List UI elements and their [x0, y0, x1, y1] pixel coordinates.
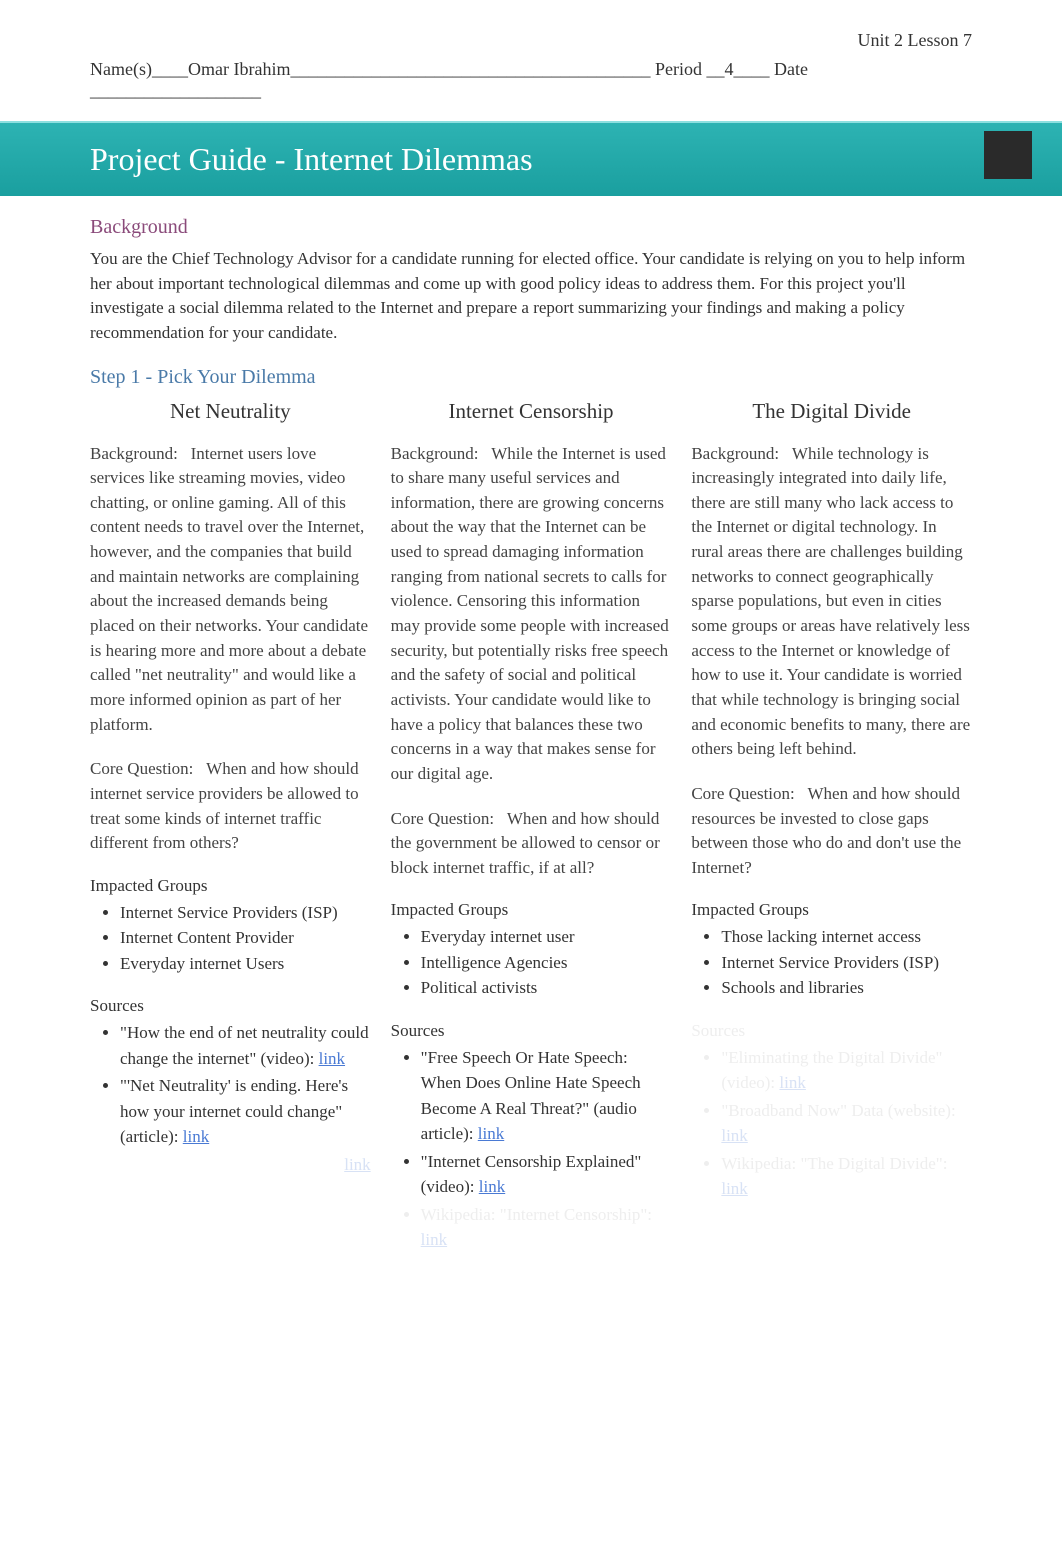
col-background: Background: Internet users love services… [90, 442, 371, 738]
source-link-faded[interactable]: link [721, 1179, 747, 1198]
list-item-faded: Wikipedia: "Internet Censorship": link [421, 1202, 672, 1253]
col-background: Background: While technology is increasi… [691, 442, 972, 762]
title-bar: Project Guide - Internet Dilemmas [0, 121, 1062, 196]
list-item: Political activists [421, 975, 672, 1001]
step1-heading: Step 1 - Pick Your Dilemma [90, 366, 972, 389]
col-title: Net Neutrality [90, 399, 371, 424]
column-internet-censorship: Internet Censorship Background: While th… [391, 399, 672, 1255]
list-item: Everyday internet Users [120, 951, 371, 977]
impacted-heading: Impacted Groups [691, 900, 972, 920]
background-heading: Background [90, 216, 972, 239]
source-link-faded[interactable]: link [721, 1126, 747, 1145]
page-title: Project Guide - Internet Dilemmas [0, 141, 1062, 178]
list-item: Internet Service Providers (ISP) [721, 950, 972, 976]
column-net-neutrality: Net Neutrality Background: Internet user… [90, 399, 371, 1255]
sources-list: "Eliminating the Digital Divide" (video)… [691, 1045, 972, 1202]
bg-text: Internet users love services like stream… [90, 444, 368, 734]
list-item: Those lacking internet access [721, 924, 972, 950]
source-link-faded[interactable]: link [421, 1230, 447, 1249]
bg-text: While the Internet is used to share many… [391, 444, 669, 783]
col-core-question: Core Question: When and how should inter… [90, 757, 371, 856]
impacted-list: Internet Service Providers (ISP) Interne… [90, 900, 371, 977]
sources-list: "How the end of net neutrality could cha… [90, 1020, 371, 1177]
col-core-question: Core Question: When and how should resou… [691, 782, 972, 881]
list-item: Internet Service Providers (ISP) [120, 900, 371, 926]
source-text: "Internet Censorship Explained" (video): [421, 1152, 642, 1197]
source-link[interactable]: link [479, 1177, 505, 1196]
cq-label: Core Question: [391, 809, 494, 828]
list-item: "Free Speech Or Hate Speech: When Does O… [421, 1045, 672, 1147]
bg-text: While technology is increasingly integra… [691, 444, 970, 759]
source-text-faded: "Eliminating the Digital Divide" (video)… [721, 1048, 942, 1093]
list-item-faded: "Eliminating the Digital Divide" (video)… [721, 1045, 972, 1096]
list-item-faded: "Broadband Now" Data (website): link [721, 1098, 972, 1149]
column-digital-divide: The Digital Divide Background: While tec… [691, 399, 972, 1255]
source-text: "Free Speech Or Hate Speech: When Does O… [421, 1048, 641, 1144]
name-suffix: ________________________________________… [290, 59, 724, 79]
list-item-faded: Wikipedia: "The Digital Divide": link [721, 1151, 972, 1202]
source-text-faded: Wikipedia: "The Digital Divide": [721, 1154, 947, 1173]
bg-label: Background: [391, 444, 479, 463]
list-item-faded: link [120, 1152, 371, 1178]
list-item: Intelligence Agencies [421, 950, 672, 976]
list-item: "'Net Neutrality' is ending. Here's how … [120, 1073, 371, 1150]
col-title: Internet Censorship [391, 399, 672, 424]
sources-heading: Sources [391, 1021, 672, 1041]
dilemma-columns: Net Neutrality Background: Internet user… [90, 399, 972, 1255]
list-item: "Internet Censorship Explained" (video):… [421, 1149, 672, 1200]
cq-label: Core Question: [691, 784, 794, 803]
background-text: You are the Chief Technology Advisor for… [90, 247, 972, 346]
logo-placeholder [984, 131, 1032, 179]
name-value: Omar Ibrahim [188, 59, 290, 79]
name-prefix: Name(s)____ [90, 59, 188, 79]
source-link-faded[interactable]: link [779, 1073, 805, 1092]
cq-label: Core Question: [90, 759, 193, 778]
col-title: The Digital Divide [691, 399, 972, 424]
impacted-list: Everyday internet user Intelligence Agen… [391, 924, 672, 1001]
impacted-list: Those lacking internet access Internet S… [691, 924, 972, 1001]
source-link[interactable]: link [319, 1049, 345, 1068]
source-link-faded[interactable]: link [344, 1155, 370, 1174]
bg-label: Background: [691, 444, 779, 463]
name-line: Name(s)____Omar Ibrahim_________________… [90, 59, 972, 101]
impacted-heading: Impacted Groups [90, 876, 371, 896]
col-background: Background: While the Internet is used t… [391, 442, 672, 787]
source-link[interactable]: link [478, 1124, 504, 1143]
bg-label: Background: [90, 444, 178, 463]
list-item: Everyday internet user [421, 924, 672, 950]
unit-label: Unit 2 Lesson 7 [90, 30, 972, 51]
source-text: "'Net Neutrality' is ending. Here's how … [120, 1076, 348, 1146]
impacted-heading: Impacted Groups [391, 900, 672, 920]
source-link[interactable]: link [183, 1127, 209, 1146]
source-text-faded: Wikipedia: "Internet Censorship": [421, 1205, 652, 1224]
list-item: Schools and libraries [721, 975, 972, 1001]
sources-list: "Free Speech Or Hate Speech: When Does O… [391, 1045, 672, 1253]
source-text-faded: "Broadband Now" Data (website): [721, 1101, 955, 1120]
sources-heading: Sources [90, 996, 371, 1016]
col-core-question: Core Question: When and how should the g… [391, 807, 672, 881]
sources-heading-faded: Sources [691, 1021, 972, 1041]
list-item: Internet Content Provider [120, 925, 371, 951]
list-item: "How the end of net neutrality could cha… [120, 1020, 371, 1071]
